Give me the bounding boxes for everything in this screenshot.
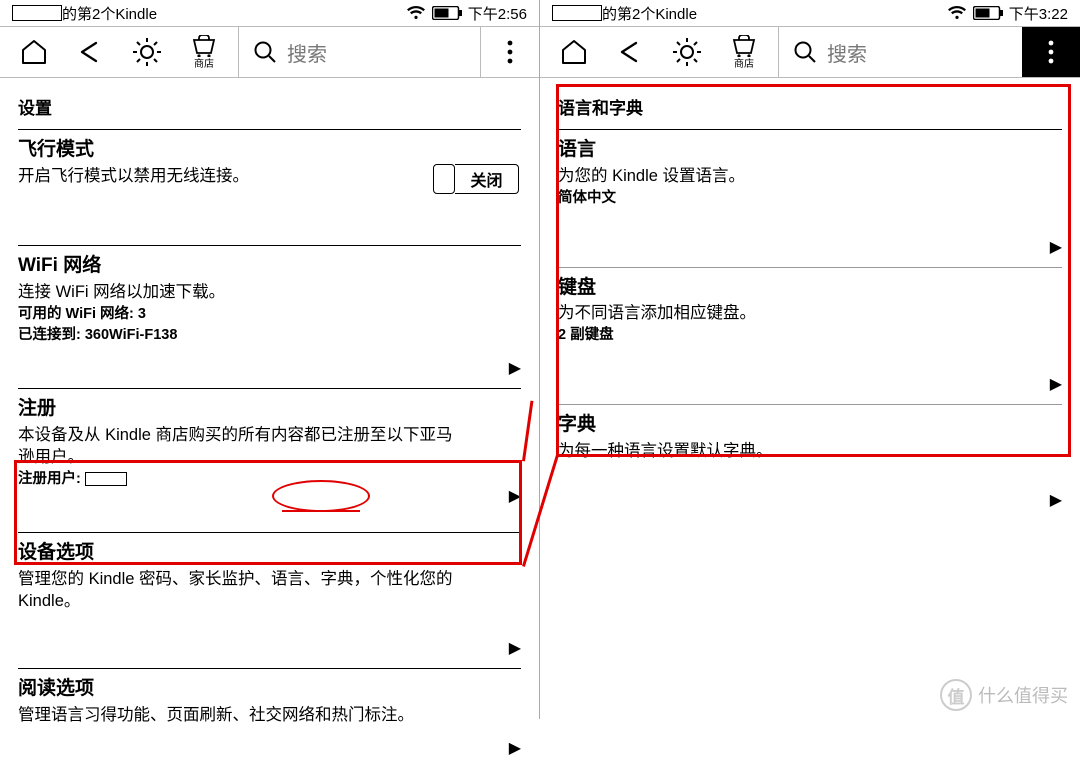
brightness-button[interactable] (672, 37, 702, 67)
reg-user: 注册用户: (18, 470, 521, 490)
reg-user-redacted (85, 472, 127, 486)
home-button[interactable] (560, 39, 588, 65)
watermark-badge: 值 (940, 679, 972, 711)
battery-icon (973, 6, 1003, 20)
status-bar: 的第2个Kindle 下午3:22 (540, 0, 1080, 26)
back-button[interactable] (76, 40, 104, 64)
kbd-desc: 为不同语言添加相应键盘。 (558, 302, 1062, 324)
airplane-toggle[interactable]: 关闭 (433, 164, 519, 194)
section-registration[interactable]: 注册 本设备及从 Kindle 商店购买的所有内容都已注册至以下亚马逊用户。 注… (18, 388, 521, 532)
language-dict-screen: 的第2个Kindle 下午3:22 (540, 0, 1080, 719)
device-suffix: 的第2个Kindle (62, 3, 157, 24)
device-name: 的第2个Kindle (12, 3, 157, 24)
dict-desc: 为每一种语言设置默认字典。 (558, 440, 1062, 462)
reg-desc: 本设备及从 Kindle 商店购买的所有内容都已注册至以下亚马逊用户。 (18, 424, 458, 469)
vertical-dots-icon (1048, 40, 1054, 64)
user-name-redacted (12, 5, 62, 21)
page-title: 设置 (18, 88, 521, 129)
section-device-options[interactable]: 设备选项 管理您的 Kindle 密码、家长监护、语言、字典，个性化您的 Kin… (18, 532, 521, 668)
search-icon (793, 40, 817, 64)
chevron-right-icon[interactable]: ▶ (1050, 490, 1062, 510)
chevron-right-icon[interactable]: ▶ (1050, 374, 1062, 394)
store-label: 商店 (734, 55, 754, 70)
toggle-state-label: 关闭 (455, 164, 519, 194)
section-keyboard[interactable]: 键盘 为不同语言添加相应键盘。 2 副键盘 ▶ (558, 267, 1062, 405)
kbd-count: 2 副键盘 (558, 326, 1062, 346)
battery-icon (432, 6, 462, 20)
search-input[interactable]: 搜索 (239, 27, 481, 77)
lang-current: 简体中文 (558, 189, 1062, 209)
chevron-right-icon[interactable]: ▶ (509, 358, 521, 378)
chevron-right-icon[interactable]: ▶ (509, 638, 521, 658)
wifi-connected: 已连接到: 360WiFi-F138 (18, 326, 521, 346)
chevron-right-icon[interactable]: ▶ (509, 738, 521, 758)
home-button[interactable] (20, 39, 48, 65)
device-title: 设备选项 (18, 541, 521, 566)
toolbar: 商店 搜索 (540, 26, 1080, 78)
back-button[interactable] (616, 40, 644, 64)
user-name-redacted (552, 5, 602, 21)
overflow-menu-button[interactable] (1022, 27, 1080, 77)
settings-screen: 的第2个Kindle 下午2:56 (0, 0, 540, 719)
dict-title: 字典 (558, 413, 1062, 438)
wifi-title: WiFi 网络 (18, 254, 521, 279)
device-desc: 管理您的 Kindle 密码、家长监护、语言、字典，个性化您的 Kindle。 (18, 568, 478, 613)
store-label: 商店 (194, 55, 214, 70)
lang-desc: 为您的 Kindle 设置语言。 (558, 165, 1062, 187)
device-name: 的第2个Kindle (552, 3, 697, 24)
wifi-icon (947, 5, 967, 21)
reading-title: 阅读选项 (18, 677, 521, 702)
wifi-desc: 连接 WiFi 网络以加速下载。 (18, 281, 521, 303)
chevron-right-icon[interactable]: ▶ (1050, 237, 1062, 257)
chevron-right-icon[interactable]: ▶ (509, 486, 521, 506)
section-wifi[interactable]: WiFi 网络 连接 WiFi 网络以加速下载。 可用的 WiFi 网络: 3 … (18, 245, 521, 388)
reg-title: 注册 (18, 397, 521, 422)
section-airplane-mode: 飞行模式 开启飞行模式以禁用无线连接。 关闭 (18, 129, 521, 245)
watermark: 值 什么值得买 (940, 679, 1068, 711)
toolbar: 商店 搜索 (0, 26, 539, 78)
watermark-text: 什么值得买 (978, 682, 1068, 708)
overflow-menu-button[interactable] (481, 27, 539, 77)
status-bar: 的第2个Kindle 下午2:56 (0, 0, 539, 26)
store-button[interactable]: 商店 (190, 35, 218, 70)
wifi-icon (406, 5, 426, 21)
wifi-available: 可用的 WiFi 网络: 3 (18, 305, 521, 325)
page-title: 语言和字典 (558, 88, 1062, 129)
search-placeholder: 搜索 (827, 38, 867, 67)
vertical-dots-icon (507, 40, 513, 64)
lang-title: 语言 (558, 138, 1062, 163)
kbd-title: 键盘 (558, 276, 1062, 301)
section-dictionary[interactable]: 字典 为每一种语言设置默认字典。 ▶ (558, 404, 1062, 520)
store-button[interactable]: 商店 (730, 35, 758, 70)
search-input[interactable]: 搜索 (779, 27, 1022, 77)
search-icon (253, 40, 277, 64)
airplane-title: 飞行模式 (18, 138, 521, 163)
reading-desc: 管理语言习得功能、页面刷新、社交网络和热门标注。 (18, 704, 521, 726)
brightness-button[interactable] (132, 37, 162, 67)
device-suffix: 的第2个Kindle (602, 3, 697, 24)
clock-text: 下午2:56 (468, 3, 527, 24)
section-language[interactable]: 语言 为您的 Kindle 设置语言。 简体中文 ▶ (558, 129, 1062, 267)
section-reading-options[interactable]: 阅读选项 管理语言习得功能、页面刷新、社交网络和热门标注。 ▶ (18, 668, 521, 768)
search-placeholder: 搜索 (287, 38, 327, 67)
clock-text: 下午3:22 (1009, 3, 1068, 24)
